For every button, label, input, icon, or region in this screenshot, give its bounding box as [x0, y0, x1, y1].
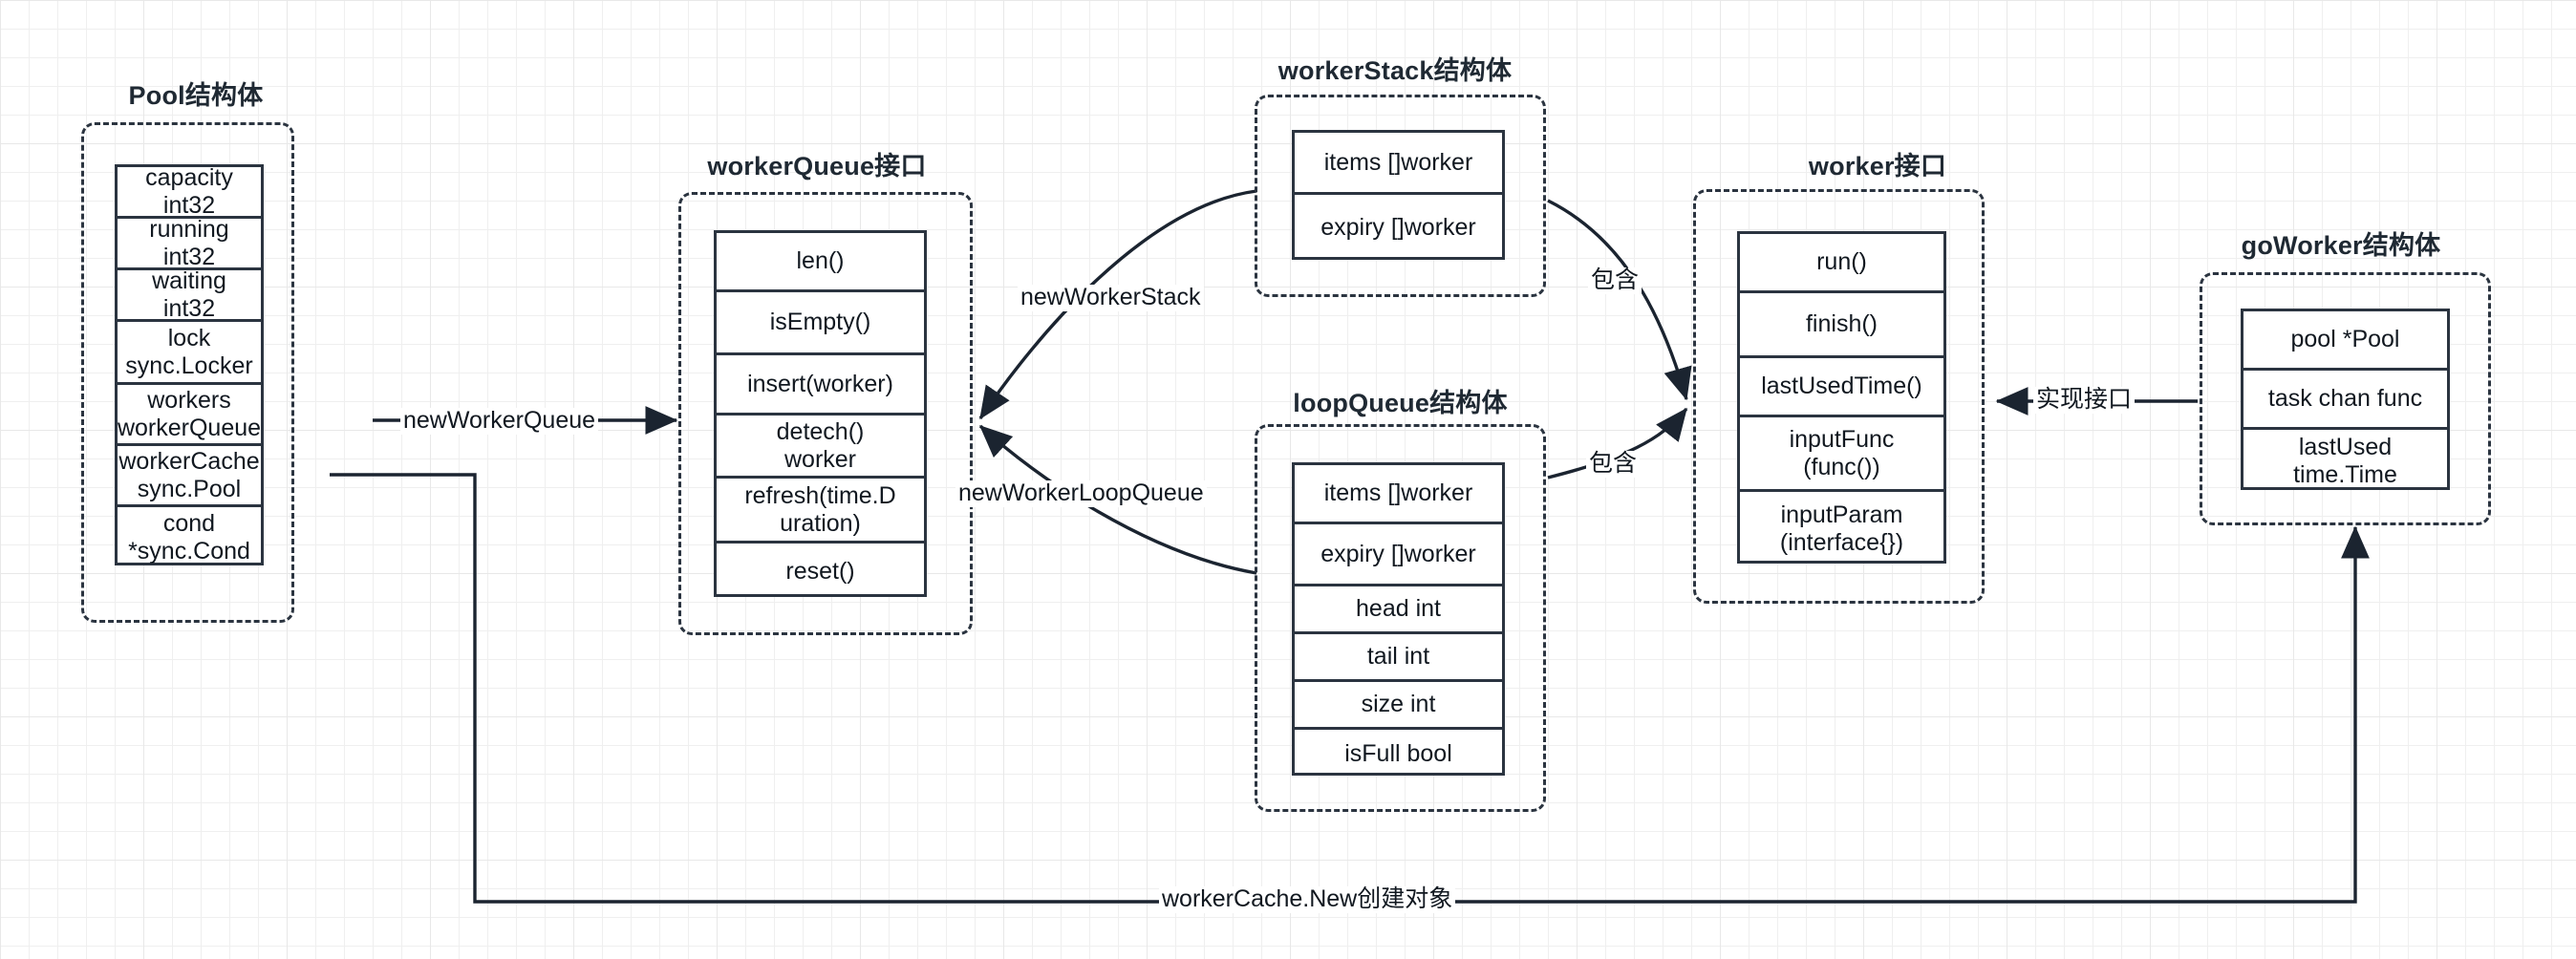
group-title-loop-queue: loopQueue结构体: [1293, 389, 1508, 417]
edge-workerstack-to-worker: [1547, 199, 1692, 401]
field-row: isEmpty(): [717, 292, 924, 355]
field-row: finish(): [1740, 293, 1943, 358]
field-row: inputFunc (func()): [1740, 417, 1943, 492]
field-row: lock sync.Locker: [118, 322, 261, 385]
field-row: run(): [1740, 234, 1943, 293]
field-row: items []worker: [1295, 133, 1502, 195]
edge-label-pool-to-workerqueue: newWorkerQueue: [400, 407, 599, 435]
field-row: capacity int32: [118, 164, 261, 219]
field-row: task chan func: [2243, 371, 2447, 430]
field-list-go-worker: pool *Pool task chan func lastUsed time.…: [2241, 309, 2450, 490]
field-row: inputParam (interface{}): [1779, 501, 1904, 556]
group-title-worker: worker接口: [1808, 152, 1947, 181]
field-row: reset(): [785, 558, 855, 586]
edge-label-goworker-to-worker: 实现接口: [2033, 386, 2136, 414]
field-row: running int32: [118, 216, 261, 270]
field-row: pool *Pool: [2243, 311, 2447, 371]
field-list-worker: run() finish() lastUsedTime() inputFunc …: [1737, 231, 1946, 564]
field-row: isFull bool: [1344, 740, 1452, 768]
diagram-canvas: Pool结构体 capacity int32 running int32 wai…: [0, 0, 2576, 959]
field-row: cond *sync.Cond: [128, 510, 250, 565]
group-title-go-worker: goWorker结构体: [2241, 231, 2441, 260]
field-row: tail int: [1295, 634, 1502, 682]
field-list-worker-stack: items []worker expiry []worker: [1292, 130, 1505, 260]
field-row: lastUsed time.Time: [2293, 434, 2397, 488]
group-title-worker-stack: workerStack结构体: [1277, 56, 1513, 85]
edge-label-workerstack-to-worker: 包含: [1588, 266, 1642, 294]
group-title-worker-queue: workerQueue接口: [707, 152, 927, 181]
field-row: refresh(time.D uration): [717, 479, 924, 543]
field-row: workerCache sync.Pool: [118, 446, 261, 507]
field-row: head int: [1295, 586, 1502, 634]
field-row: items []worker: [1295, 465, 1502, 524]
field-row: detech() worker: [717, 416, 924, 479]
field-row: expiry []worker: [1320, 213, 1476, 241]
field-row: workers workerQueue: [118, 385, 261, 446]
field-row: size int: [1295, 682, 1502, 730]
field-row: waiting int32: [118, 267, 261, 322]
field-row: len(): [717, 233, 924, 292]
edge-label-loopqueue-to-workerqueue: newWorkerLoopQueue: [955, 480, 1207, 507]
field-list-pool: capacity int32 running int32 waiting int…: [115, 164, 264, 565]
field-list-loop-queue: items []worker expiry []worker head int …: [1292, 462, 1505, 776]
edge-label-workerstack-to-workerqueue: newWorkerStack: [1018, 284, 1204, 311]
field-list-worker-queue: len() isEmpty() insert(worker) detech() …: [714, 230, 927, 597]
edge-label-loopqueue-to-worker: 包含: [1586, 450, 1641, 478]
edge-label-pool-to-goworker: workerCache.New创建对象: [1159, 885, 1456, 913]
field-row: expiry []worker: [1295, 524, 1502, 586]
field-row: insert(worker): [717, 355, 924, 416]
group-title-pool: Pool结构体: [128, 81, 264, 110]
field-row: lastUsedTime(): [1740, 358, 1943, 417]
